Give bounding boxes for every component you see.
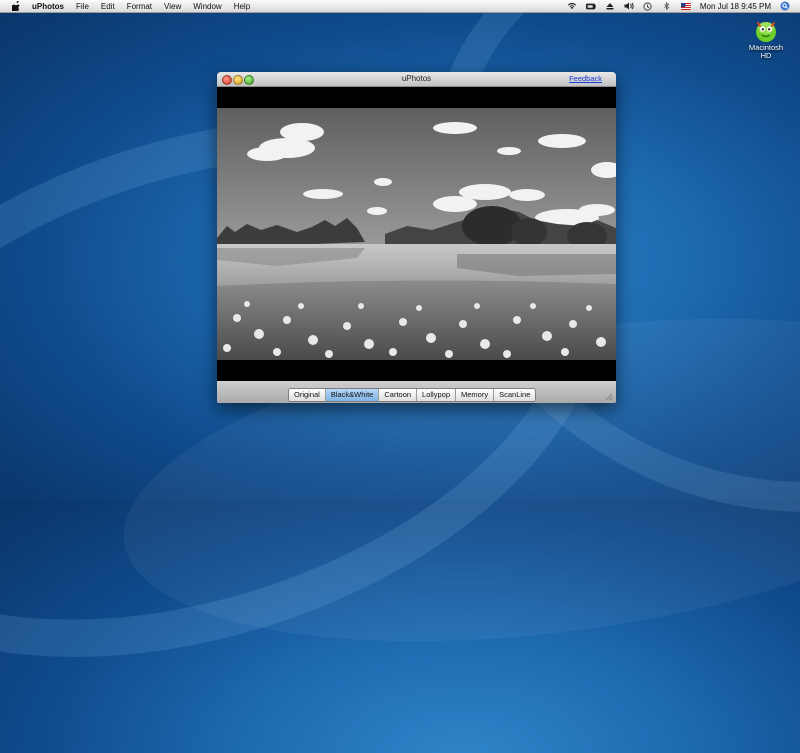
menu-window[interactable]: Window <box>193 2 221 11</box>
window-title: uPhotos <box>401 74 432 83</box>
flag-icon[interactable] <box>680 2 691 10</box>
menu-bar: uPhotos File Edit Format View Window Hel… <box>0 0 800 13</box>
macintosh-hd-desktop-icon[interactable]: Macintosh HD <box>746 18 786 60</box>
filter-memory-button[interactable]: Memory <box>456 389 495 401</box>
spotlight-icon[interactable] <box>780 1 790 11</box>
battery-icon[interactable] <box>585 2 596 10</box>
window-titlebar[interactable]: uPhotos Feedback <box>217 72 616 87</box>
menu-view[interactable]: View <box>164 2 181 11</box>
menu-uphotos[interactable]: uPhotos <box>32 2 64 11</box>
photo-black-and-white <box>217 108 616 360</box>
filter-original-button[interactable]: Original <box>289 389 326 401</box>
bluetooth-icon[interactable] <box>662 1 672 10</box>
hd-label-line2: HD <box>760 51 772 60</box>
uphotos-window: uPhotos Feedback Original Black&White Ca… <box>217 72 616 403</box>
feedback-link[interactable]: Feedback <box>569 74 602 83</box>
filter-lollypop-button[interactable]: Lollypop <box>417 389 456 401</box>
menu-format[interactable]: Format <box>127 2 152 11</box>
menu-clock[interactable]: Mon Jul 18 9:45 PM <box>700 2 771 11</box>
eject-icon[interactable] <box>605 2 615 10</box>
menu-edit[interactable]: Edit <box>101 2 115 11</box>
filter-black-white-button[interactable]: Black&White <box>325 389 380 401</box>
filter-toolbar: Original Black&White Cartoon Lollypop Me… <box>217 381 616 403</box>
volume-icon[interactable] <box>624 2 634 10</box>
photo-viewer <box>217 87 616 381</box>
time-machine-icon[interactable] <box>643 1 653 11</box>
resize-grip-icon[interactable] <box>605 393 613 401</box>
menu-extras: Mon Jul 18 9:45 PM <box>567 0 790 12</box>
apple-menu-icon[interactable] <box>10 1 22 11</box>
filter-segmented-control: Original Black&White Cartoon Lollypop Me… <box>288 388 537 402</box>
menu-file[interactable]: File <box>76 2 89 11</box>
filter-scanline-button[interactable]: ScanLine <box>494 389 536 401</box>
hard-drive-icon <box>753 18 779 44</box>
filter-cartoon-button[interactable]: Cartoon <box>379 389 418 401</box>
wifi-icon[interactable] <box>567 2 577 10</box>
menu-help[interactable]: Help <box>234 2 250 11</box>
